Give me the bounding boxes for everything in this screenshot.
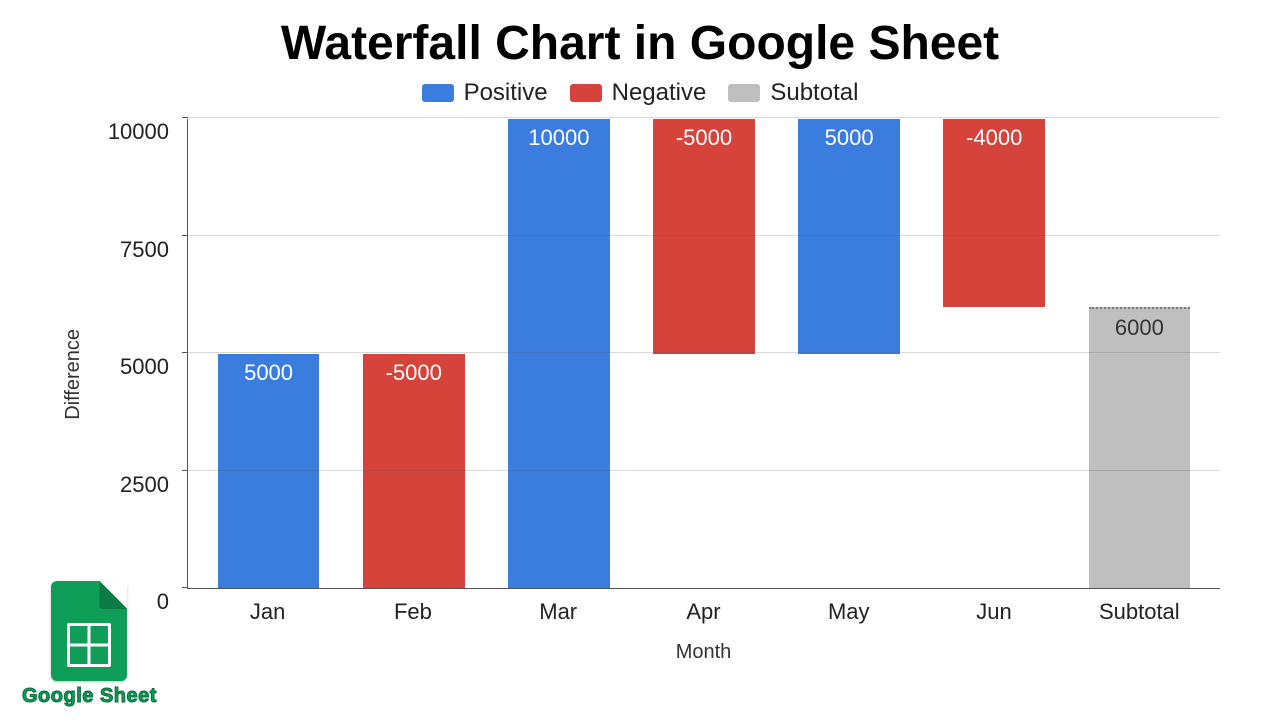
data-label: 5000 (798, 125, 900, 151)
data-label: -4000 (943, 125, 1045, 151)
legend: Positive Negative Subtotal (60, 79, 1220, 107)
legend-item-subtotal: Subtotal (728, 79, 858, 107)
x-tick-label: Subtotal (1067, 599, 1212, 625)
plot-wrap: Difference 10000 7500 5000 2500 0 5000 -5000 1… (60, 119, 1220, 690)
legend-item-positive: Positive (422, 79, 548, 107)
legend-label: Negative (612, 79, 707, 107)
bar-positive: 5000 (798, 119, 900, 588)
data-label: -5000 (653, 125, 755, 151)
bar-slot: -5000 (341, 119, 486, 588)
y-axis: 100007500500025000 (95, 119, 179, 589)
data-label: 10000 (508, 125, 610, 151)
bar-slot: 5000 (196, 119, 341, 588)
x-axis: JanFebMarAprMayJunSubtotal (187, 589, 1220, 625)
y-tick-label: 2500 (120, 472, 169, 498)
chart-container: Waterfall Chart in Google Sheet Positive… (0, 0, 1280, 720)
bar-positive: 5000 (218, 119, 320, 588)
bar-negative: -4000 (943, 119, 1045, 588)
x-tick-label: May (776, 599, 921, 625)
bar-slot: -4000 (922, 119, 1067, 588)
x-tick-label: Mar (486, 599, 631, 625)
bar-subtotal: 6000 (1089, 119, 1191, 588)
legend-swatch-subtotal (728, 84, 760, 102)
bar-slot: 10000 (486, 119, 631, 588)
data-label: -5000 (363, 360, 465, 386)
chart-title: Waterfall Chart in Google Sheet (60, 16, 1220, 71)
bar-slot: 5000 (777, 119, 922, 588)
legend-swatch-negative (570, 84, 602, 102)
x-tick-label: Feb (340, 599, 485, 625)
x-tick-label: Apr (631, 599, 776, 625)
x-tick-label: Jan (195, 599, 340, 625)
y-tick-label: 5000 (120, 354, 169, 380)
bar-negative: -5000 (653, 119, 755, 588)
bar-negative: -5000 (363, 119, 465, 588)
y-tick-label: 10000 (108, 119, 169, 145)
legend-swatch-positive (422, 84, 454, 102)
sheets-icon (51, 581, 127, 681)
bar-slot: 6000 (1067, 119, 1212, 588)
legend-item-negative: Negative (570, 79, 707, 107)
legend-label: Positive (464, 79, 548, 107)
y-axis-label: Difference (60, 329, 87, 420)
legend-label: Subtotal (770, 79, 858, 107)
bar-slot: -5000 (631, 119, 776, 588)
y-tick-label: 0 (157, 589, 169, 615)
y-tick-label: 7500 (120, 237, 169, 263)
bar-positive: 10000 (508, 119, 610, 588)
google-sheets-logo: Google Sheet (22, 581, 157, 708)
data-label: 5000 (218, 360, 320, 386)
data-label: 6000 (1089, 315, 1191, 341)
plot-area: 5000 -5000 10000 -5000 5000 -4000 6000 (187, 119, 1220, 589)
x-axis-label: Month (187, 641, 1220, 664)
x-tick-label: Jun (921, 599, 1066, 625)
logo-text: Google Sheet (22, 685, 157, 708)
bars: 5000 -5000 10000 -5000 5000 -4000 6000 (188, 119, 1220, 588)
